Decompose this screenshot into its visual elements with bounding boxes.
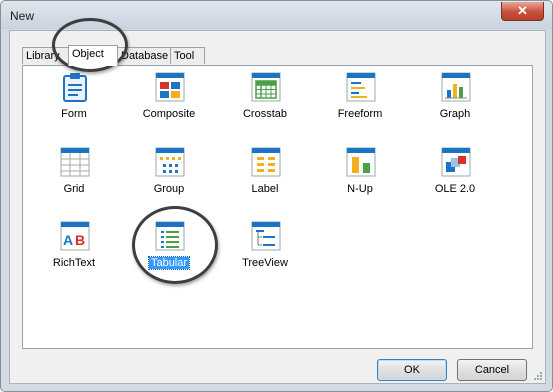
item-label: Freeform	[337, 108, 383, 120]
form-icon	[63, 73, 87, 102]
item-form[interactable]: Form	[29, 71, 119, 133]
item-label: Tabular	[147, 256, 191, 270]
item-graph[interactable]: Graph	[410, 71, 500, 133]
item-grid[interactable]: Grid	[29, 146, 119, 208]
window-title: New	[10, 9, 35, 23]
crosstab-icon	[251, 72, 281, 102]
grid-icon	[60, 147, 90, 177]
svg-text:B: B	[75, 232, 85, 248]
item-group[interactable]: Group	[124, 146, 214, 208]
item-label: N-Up	[347, 183, 373, 195]
group-icon	[155, 147, 185, 177]
freeform-icon	[346, 72, 376, 102]
ok-button[interactable]: OK	[377, 359, 447, 381]
item-label-object[interactable]: Label	[220, 146, 310, 208]
item-label: Crosstab	[242, 108, 288, 120]
dialog-client-area: Library Object Database Tool Form Compos…	[9, 30, 546, 384]
ok-label: OK	[404, 364, 420, 376]
item-composite[interactable]: Composite	[124, 71, 214, 133]
item-label: Grid	[63, 183, 85, 195]
n-up-icon	[346, 147, 376, 177]
tabular-icon	[155, 221, 185, 251]
item-label: Label	[251, 183, 279, 195]
composite-icon	[155, 72, 185, 102]
tab-label: Tool	[174, 50, 195, 62]
item-freeform[interactable]: Freeform	[315, 71, 405, 133]
item-tabular[interactable]: Tabular	[124, 220, 214, 282]
tab-database[interactable]: Database	[117, 47, 171, 64]
tab-label: Database	[121, 50, 169, 62]
item-label: Group	[153, 183, 185, 195]
item-treeview[interactable]: TreeView	[220, 220, 310, 282]
item-label: Composite	[142, 108, 196, 120]
item-crosstab[interactable]: Crosstab	[220, 71, 310, 133]
item-label: Form	[61, 108, 87, 120]
new-dialog-window: New ✕ Library Object Database Tool Form	[0, 0, 553, 392]
item-label: TreeView	[242, 257, 288, 269]
richtext-icon: A B	[60, 221, 90, 251]
close-icon: ✕	[517, 3, 528, 18]
close-button[interactable]: ✕	[501, 2, 544, 21]
label-icon	[251, 147, 281, 177]
tab-library[interactable]: Library	[22, 47, 69, 64]
tab-tool[interactable]: Tool	[170, 47, 205, 64]
item-richtext[interactable]: A B RichText	[29, 220, 119, 282]
resize-grip-icon[interactable]	[533, 371, 543, 381]
graph-icon	[441, 72, 471, 102]
tab-label: Library	[26, 50, 60, 62]
tab-label: Object	[72, 48, 104, 60]
svg-text:A: A	[63, 232, 73, 248]
treeview-icon	[251, 221, 281, 251]
object-panel: Form Composite Crosstab Freeform Graph G…	[22, 65, 533, 349]
item-label: Graph	[439, 108, 471, 120]
cancel-button[interactable]: Cancel	[457, 359, 527, 381]
ole-icon	[441, 147, 471, 177]
item-ole[interactable]: OLE 2.0	[410, 146, 500, 208]
tab-object[interactable]: Object	[68, 45, 118, 66]
item-label: RichText	[52, 257, 96, 269]
item-label: OLE 2.0	[434, 183, 476, 195]
item-n-up[interactable]: N-Up	[315, 146, 405, 208]
cancel-label: Cancel	[474, 364, 510, 376]
